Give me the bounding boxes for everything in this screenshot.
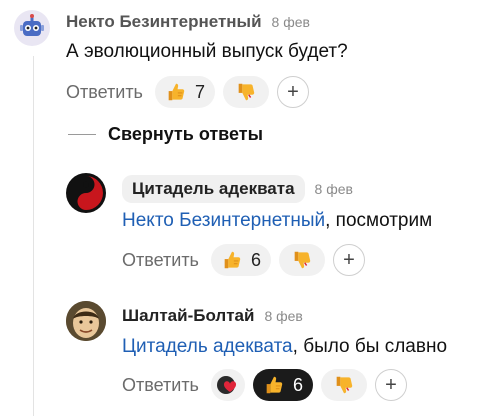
thumbs-up-icon: [263, 374, 285, 396]
comment-text-rest: , посмотрим: [325, 210, 433, 231]
collapse-label: Свернуть ответы: [108, 124, 263, 144]
mention-link[interactable]: Цитадель адеквата: [122, 336, 293, 357]
thumbs-up-icon: [221, 249, 243, 271]
comment-author[interactable]: Цитадель адеквата: [122, 175, 305, 203]
comment-date: 8 фев: [314, 181, 353, 197]
heart-reaction-button[interactable]: [210, 369, 245, 401]
character-avatar: [66, 301, 106, 341]
dislike-button[interactable]: [222, 76, 269, 108]
add-reaction-button[interactable]: +: [332, 244, 365, 276]
comment-text: Некто Безинтернетный, посмотрим: [122, 210, 432, 232]
comment-text: А эволюционный выпуск будет?: [66, 41, 348, 62]
reply-button[interactable]: Ответить: [122, 250, 199, 271]
heart-icon: [216, 376, 236, 394]
thumbs-down-icon: [291, 249, 313, 271]
thread-line: [33, 56, 34, 416]
reply-button[interactable]: Ответить: [66, 82, 143, 103]
add-reaction-button[interactable]: +: [276, 76, 309, 108]
comment-date: 8 фев: [271, 14, 310, 30]
reply-button[interactable]: Ответить: [122, 375, 199, 396]
dislike-button[interactable]: [320, 369, 367, 401]
plus-icon: +: [287, 80, 299, 103]
plus-icon: +: [385, 373, 397, 396]
mention-link[interactable]: Некто Безинтернетный: [122, 210, 325, 231]
like-count: 7: [194, 81, 205, 102]
collapse-dash: [68, 134, 96, 135]
thumbs-up-icon: [165, 81, 187, 103]
comment-text-rest: , было бы славно: [292, 336, 448, 357]
like-button[interactable]: 6: [210, 244, 271, 276]
collapse-replies-button[interactable]: Свернуть ответы: [68, 124, 263, 145]
plus-icon: +: [343, 248, 355, 271]
like-count: 6: [292, 374, 303, 395]
comment-text: Цитадель адеквата, было бы славно: [122, 336, 447, 358]
like-button[interactable]: 6: [252, 369, 313, 401]
comment-author[interactable]: Шалтай-Болтай: [122, 306, 254, 326]
like-button[interactable]: 7: [154, 76, 215, 108]
thumbs-down-icon: [235, 81, 257, 103]
yin-yang-avatar: [66, 173, 106, 213]
dislike-button[interactable]: [278, 244, 325, 276]
comment-date: 8 фев: [264, 308, 303, 324]
robot-avatar: [14, 10, 50, 46]
comment-author[interactable]: Некто Безинтернетный: [66, 12, 262, 32]
add-reaction-button[interactable]: +: [374, 369, 407, 401]
thumbs-down-icon: [333, 374, 355, 396]
like-count: 6: [250, 249, 261, 270]
